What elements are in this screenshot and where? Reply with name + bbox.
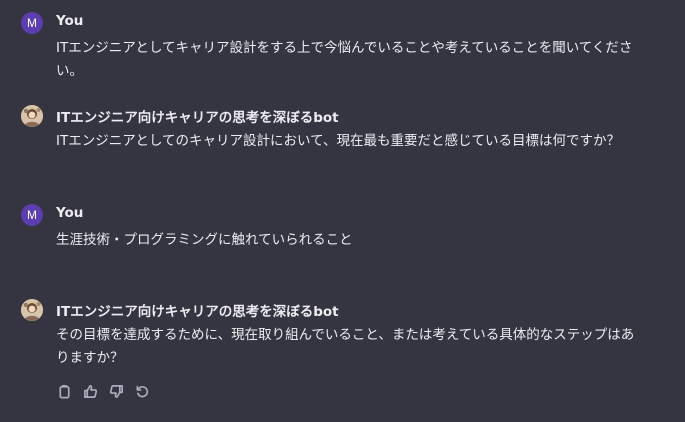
chat-message-user: M You 生涯技術・プログラミングに触れていられること xyxy=(21,204,671,254)
chat-message-bot: ITエンジニア向けキャリアの思考を深ぼるbot ITエンジニアとしてのキャリア設… xyxy=(21,105,671,155)
chat-message-user: M You ITエンジニアとしてキャリア設計をする上で今悩んでいることや考えてい… xyxy=(21,12,671,79)
copy-icon[interactable] xyxy=(56,383,72,399)
message-text: ITエンジニアとしてキャリア設計をする上で今悩んでいることや考えていることを聞い… xyxy=(56,40,633,79)
message-author: ITエンジニア向けキャリアの思考を深ぼるbot xyxy=(56,110,339,126)
message-author: You xyxy=(56,13,84,29)
message-author: You xyxy=(56,205,84,221)
message-text: その目標を達成するために、現在取り組んでいること、または考えている具体的なステッ… xyxy=(56,327,635,366)
message-actions xyxy=(56,383,150,399)
bot-avatar xyxy=(21,105,43,127)
thumbs-down-icon[interactable] xyxy=(108,383,124,399)
message-text: 生涯技術・プログラミングに触れていられること xyxy=(56,232,353,248)
bot-avatar xyxy=(21,299,43,321)
user-avatar: M xyxy=(21,204,43,226)
thumbs-up-icon[interactable] xyxy=(82,383,98,399)
message-author: ITエンジニア向けキャリアの思考を深ぼるbot xyxy=(56,304,339,320)
user-avatar: M xyxy=(21,12,43,34)
chat-message-bot: ITエンジニア向けキャリアの思考を深ぼるbot その目標を達成するために、現在取… xyxy=(21,299,671,409)
message-text: ITエンジニアとしてのキャリア設計において、現在最も重要だと感じている目標は何で… xyxy=(56,133,620,149)
bot-avatar-image xyxy=(21,299,43,321)
bot-avatar-image xyxy=(21,105,43,127)
regenerate-icon[interactable] xyxy=(134,383,150,399)
